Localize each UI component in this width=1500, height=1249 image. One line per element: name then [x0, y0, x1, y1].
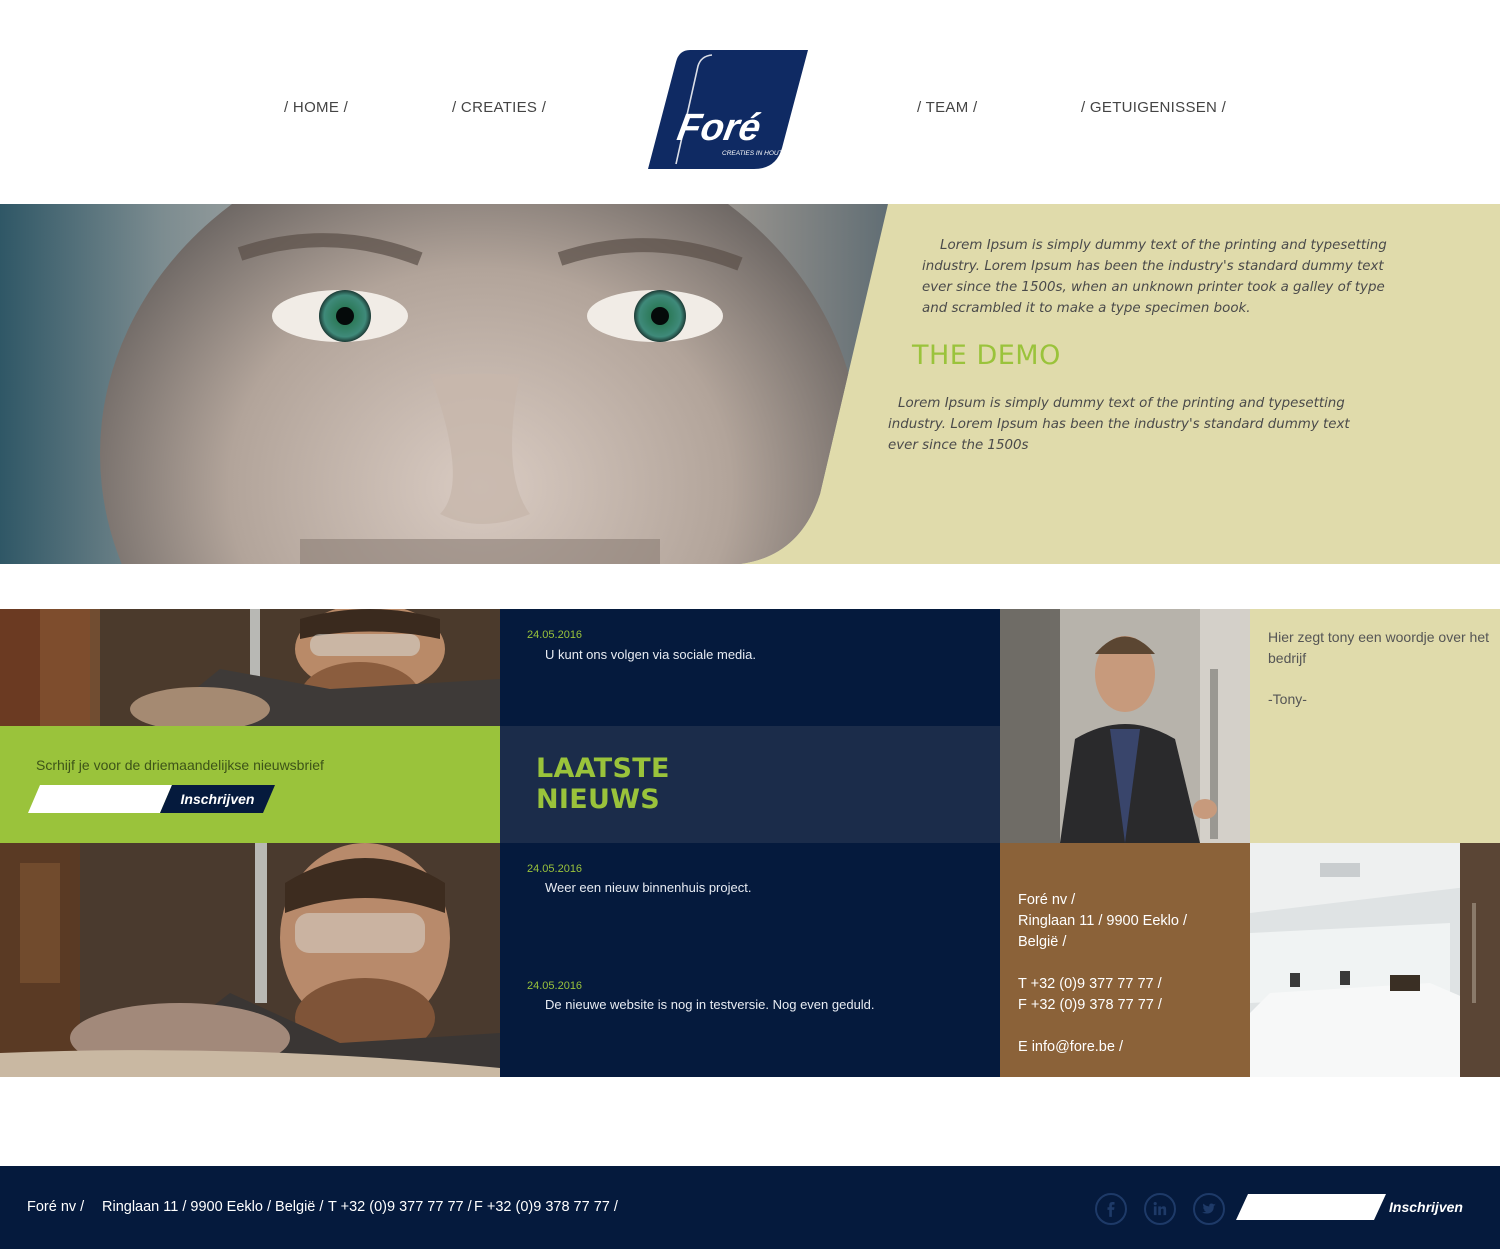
linkedin-icon[interactable]	[1144, 1193, 1176, 1225]
site-header: / HOME / / CREATIES / Foré CREATIES IN H…	[0, 0, 1500, 204]
contact-company: Foré nv /	[1018, 892, 1076, 908]
svg-text:CREATIES IN HOUT: CREATIES IN HOUT	[722, 150, 784, 157]
nav-getuigenissen[interactable]: / GETUIGENISSEN /	[1081, 99, 1226, 116]
footer-email-input[interactable]	[1236, 1194, 1386, 1220]
news-date: 24.05.2016	[527, 629, 583, 641]
fore-logo-icon: Foré CREATIES IN HOUT	[648, 50, 808, 169]
tony-portrait-image	[1000, 609, 1250, 843]
news-item[interactable]: 24.05.2016 U kunt ons volgen via sociale…	[500, 609, 1000, 726]
site-logo[interactable]: Foré CREATIES IN HOUT	[646, 48, 810, 170]
news-date: 24.05.2016	[527, 863, 583, 875]
latest-news-header: LAATSTE NIEUWS	[500, 726, 1000, 843]
nav-creaties[interactable]: / CREATIES /	[452, 99, 546, 116]
news-date: 24.05.2016	[527, 980, 583, 992]
workshop-image-bottom	[0, 843, 500, 1077]
footer-company: Foré nv /	[27, 1199, 85, 1215]
twitter-icon[interactable]	[1193, 1193, 1225, 1225]
footer-phone: T +32 (0)9 377 77 77 /	[328, 1199, 472, 1215]
news-text[interactable]: Weer een nieuw binnenhuis project.	[545, 880, 751, 895]
contact-country: België /	[1018, 934, 1067, 950]
news-text[interactable]: De nieuwe website is nog in testversie. …	[545, 997, 875, 1012]
facebook-icon[interactable]	[1095, 1193, 1127, 1225]
news-list: 24.05.2016 Weer een nieuw binnenhuis pro…	[500, 843, 1000, 1077]
newsletter-button-label: Inschrijven	[180, 791, 255, 807]
latest-news-title: LAATSTE NIEUWS	[536, 753, 670, 815]
footer-address: Ringlaan 11 / 9900 Eeklo / België /	[102, 1199, 324, 1215]
hero-intro-text: Lorem Ipsum is simply dummy text of the …	[922, 238, 1387, 316]
hero-heading: THE DEMO	[912, 340, 1061, 371]
footer-button-label: Inschrijven	[1389, 1199, 1463, 1215]
newsletter-subscribe-button[interactable]: Inschrijven	[160, 785, 275, 813]
contact-email[interactable]: E info@fore.be /	[1018, 1039, 1123, 1055]
hero-secondary-text: Lorem Ipsum is simply dummy text of the …	[888, 396, 1350, 453]
testimonial-author: -Tony-	[1268, 691, 1307, 707]
newsletter-label: Scrhijf je voor de driemaandelijkse nieu…	[36, 757, 324, 773]
site-footer: Foré nv / Ringlaan 11 / 9900 Eeklo / Bel…	[0, 1166, 1500, 1249]
workshop-image-top	[0, 609, 500, 726]
contact-card: Foré nv / Ringlaan 11 / 9900 Eeklo / Bel…	[1000, 843, 1250, 1077]
contact-fax: F +32 (0)9 378 77 77 /	[1018, 997, 1162, 1013]
office-interior-image	[1250, 843, 1500, 1077]
newsletter-signup: Scrhijf je voor de driemaandelijkse nieu…	[0, 726, 500, 843]
svg-text:Foré: Foré	[674, 106, 764, 149]
newsletter-email-input[interactable]	[28, 785, 172, 813]
nav-team[interactable]: / TEAM /	[917, 99, 977, 116]
footer-fax: F +32 (0)9 378 77 77 /	[474, 1199, 618, 1215]
hero-section: Lorem Ipsum is simply dummy text of the …	[0, 204, 1500, 564]
footer-subscribe-button[interactable]: Inschrijven	[1376, 1193, 1476, 1221]
testimonial-card: Hier zegt tony een woordje over het bedr…	[1250, 609, 1500, 843]
contact-address: Ringlaan 11 / 9900 Eeklo /	[1018, 913, 1188, 929]
contact-phone: T +32 (0)9 377 77 77 /	[1018, 976, 1162, 992]
nav-home[interactable]: / HOME /	[284, 99, 348, 116]
news-text: U kunt ons volgen via sociale media.	[545, 647, 757, 662]
testimonial-text: Hier zegt tony een woordje over het bedr…	[1268, 629, 1490, 666]
